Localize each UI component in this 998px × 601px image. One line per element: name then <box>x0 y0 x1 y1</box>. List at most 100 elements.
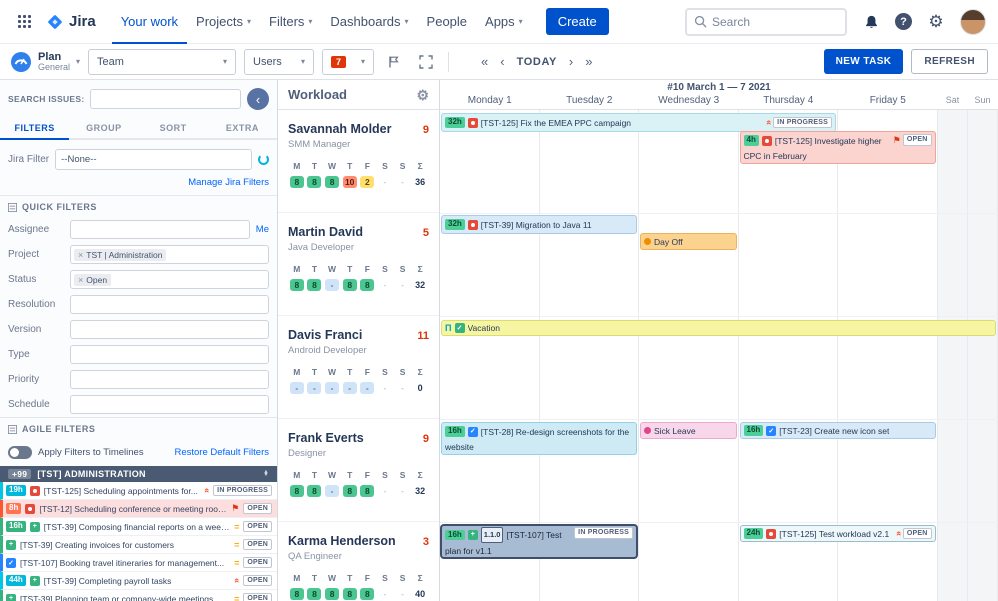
timeline-event[interactable]: IN PROGRESS 16h +1.1.0 [TST-107] Test plan … <box>441 525 637 558</box>
fullscreen-button[interactable] <box>414 50 438 74</box>
day-cell: - <box>394 485 412 497</box>
apply-filters-toggle[interactable] <box>8 446 32 459</box>
new-task-button[interactable]: NEW TASK <box>823 49 904 74</box>
filter-chip[interactable]: × TST | Administration <box>74 248 167 261</box>
jira-logo[interactable]: Jira <box>46 13 96 31</box>
day-column-label: Sat <box>945 95 960 105</box>
notifications-icon[interactable] <box>859 10 883 34</box>
backlog-task-row[interactable]: 8h [TST-12] Scheduling conference or meet… <box>0 500 277 518</box>
user-name[interactable]: Karma Henderson <box>288 534 396 548</box>
create-button[interactable]: Create <box>545 8 609 35</box>
previous-period-fast-icon[interactable]: « <box>481 54 488 69</box>
nav-item-dashboards[interactable]: Dashboards ▾ <box>321 0 417 44</box>
bug-type-icon <box>761 135 772 146</box>
timeline-event[interactable]: ⚑ OPEN 4h [TST-125] Investigate higher CPC … <box>739 131 936 164</box>
timeline-grid[interactable]: 32h [TST-125] Fix the EMEA PPC campaign» I… <box>440 110 998 601</box>
agile-filters-header[interactable]: AGILE FILTERS <box>0 417 277 439</box>
backlog-task-row[interactable]: + [TST-39] Planning team or company-wide … <box>0 590 277 601</box>
quick-filters-list: Assignee Me Project × TST | Administration St… <box>0 217 277 417</box>
restore-default-filters-link[interactable]: Restore Default Filters <box>174 447 269 458</box>
nav-item-apps[interactable]: Apps ▾ <box>476 0 532 44</box>
user-avatar[interactable] <box>960 8 986 35</box>
topnav-right-group: ? ⚙ <box>685 7 986 36</box>
app-switcher-icon[interactable] <box>12 10 36 34</box>
quick-filters-header[interactable]: QUICK FILTERS <box>0 195 277 217</box>
previous-period-icon[interactable]: ‹ <box>500 54 504 69</box>
timeline-event[interactable]: 16h ✓ [TST-23] Create new icon set <box>739 422 936 439</box>
filter-input-version[interactable] <box>70 320 269 339</box>
next-period-icon[interactable]: › <box>569 54 573 69</box>
timeline-event[interactable]: Day Off <box>640 233 737 250</box>
hours-badge: 16h <box>743 425 764 436</box>
settings-gear-icon[interactable]: ⚙ <box>924 10 948 34</box>
user-name[interactable]: Frank Everts <box>288 431 364 445</box>
backlog-task-row[interactable]: 16h + [TST-39] Composing financial reports… <box>0 518 277 536</box>
tab-group[interactable]: GROUP <box>69 117 138 138</box>
status-chip: IN PROGRESS <box>574 527 633 539</box>
toolbar-divider <box>448 51 450 72</box>
tab-extra[interactable]: EXTRA <box>208 117 277 138</box>
filter-input-priority[interactable] <box>70 370 269 389</box>
filter-chip[interactable]: × Open <box>74 273 112 286</box>
day-value: 8 <box>360 588 375 600</box>
priority-medium-icon: = <box>234 557 240 568</box>
manage-jira-filters-link[interactable]: Manage Jira Filters <box>188 177 269 188</box>
timeline-event[interactable]: 16h ✓ [TST-28] Re-design screenshots for t… <box>441 422 637 455</box>
timeline-event[interactable]: 32h [TST-125] Fix the EMEA PPC campaign » I… <box>441 113 836 132</box>
user-name[interactable]: Davis Franci <box>288 328 362 342</box>
nav-item-filters[interactable]: Filters ▾ <box>260 0 321 44</box>
day-cell: 8 <box>306 588 324 600</box>
filter-input-schedule[interactable] <box>70 395 269 414</box>
filter-input-resolution[interactable] <box>70 295 269 314</box>
workload-settings-icon[interactable]: ⚙ <box>416 88 429 102</box>
remove-chip-icon[interactable]: × <box>78 250 83 260</box>
filter-input-assignee[interactable] <box>70 220 250 239</box>
help-icon[interactable]: ? <box>895 13 912 30</box>
chip-label: Open <box>86 274 108 285</box>
refresh-filter-icon[interactable] <box>258 154 269 165</box>
search-input[interactable] <box>712 14 827 29</box>
me-link[interactable]: Me <box>256 224 269 235</box>
nav-item-your-work[interactable]: Your work <box>112 0 187 44</box>
sort-icons[interactable]: ▲ ▼ <box>263 469 269 478</box>
tab-filters[interactable]: FILTERS <box>0 117 69 138</box>
topnav-menu: Your work Projects ▾ Filters ▾ Dashboards ▾ Peo… <box>112 0 532 44</box>
refresh-button[interactable]: REFRESH <box>911 49 988 74</box>
task-summary: [TST-125] Scheduling appointments for... <box>43 485 198 496</box>
milestone-flag-button[interactable] <box>382 50 406 74</box>
filter-input-project[interactable]: × TST | Administration <box>70 245 269 264</box>
project-panel-header[interactable]: +99 [TST] ADMINISTRATION ▲ ▼ <box>0 466 277 482</box>
today-button[interactable]: TODAY <box>517 56 557 68</box>
search-issues-input[interactable] <box>90 89 241 109</box>
plan-switcher[interactable]: Plan General ▾ <box>10 51 80 73</box>
users-select[interactable]: Users ▾ <box>244 48 315 75</box>
nav-item-people[interactable]: People <box>418 0 476 44</box>
timeline-event[interactable]: 24h [TST-125] Test workload v2.1» OPEN <box>739 525 936 542</box>
backlog-task-row[interactable]: + [TST-39] Creating invoices for customer… <box>0 536 277 554</box>
collapse-sidebar-button[interactable]: ‹ <box>247 88 269 110</box>
remove-chip-icon[interactable]: × <box>78 275 83 285</box>
backlog-task-row[interactable]: ✓ [TST-107] Booking travel itineraries fo… <box>0 554 277 572</box>
day-value: 8 <box>342 588 357 600</box>
scope-filter-select[interactable]: 7 ▾ <box>322 48 375 75</box>
timeline-event[interactable]: Π ✓ Vacation <box>441 320 996 336</box>
backlog-task-row[interactable]: 19h [TST-125] Scheduling appointments for… <box>0 482 277 500</box>
nav-item-projects[interactable]: Projects ▾ <box>187 0 260 44</box>
global-search[interactable] <box>685 7 847 36</box>
task-type-icon: ✓ <box>766 425 777 436</box>
user-name[interactable]: Martin David <box>288 225 363 239</box>
filter-input-type[interactable] <box>70 345 269 364</box>
user-name[interactable]: Savannah Molder <box>288 122 392 136</box>
day-column-label: Tuesday 2 <box>566 95 613 106</box>
filter-input-status[interactable]: × Open <box>70 270 269 289</box>
tab-sort[interactable]: SORT <box>139 117 208 138</box>
timeline-event[interactable]: Sick Leave <box>640 422 737 439</box>
jira-filter-select[interactable]: --None-- <box>55 149 252 170</box>
day-header: T <box>347 573 353 583</box>
team-select[interactable]: Team ▾ <box>88 48 237 75</box>
timeline-event[interactable]: 32h [TST-39] Migration to Java 11 <box>441 215 637 234</box>
next-period-fast-icon[interactable]: » <box>585 54 592 69</box>
backlog-task-row[interactable]: 44h + [TST-39] Completing payroll tasks » OP… <box>0 572 277 590</box>
day-cell: 8 <box>359 588 377 600</box>
task-type-icon: ✓ <box>467 426 478 437</box>
